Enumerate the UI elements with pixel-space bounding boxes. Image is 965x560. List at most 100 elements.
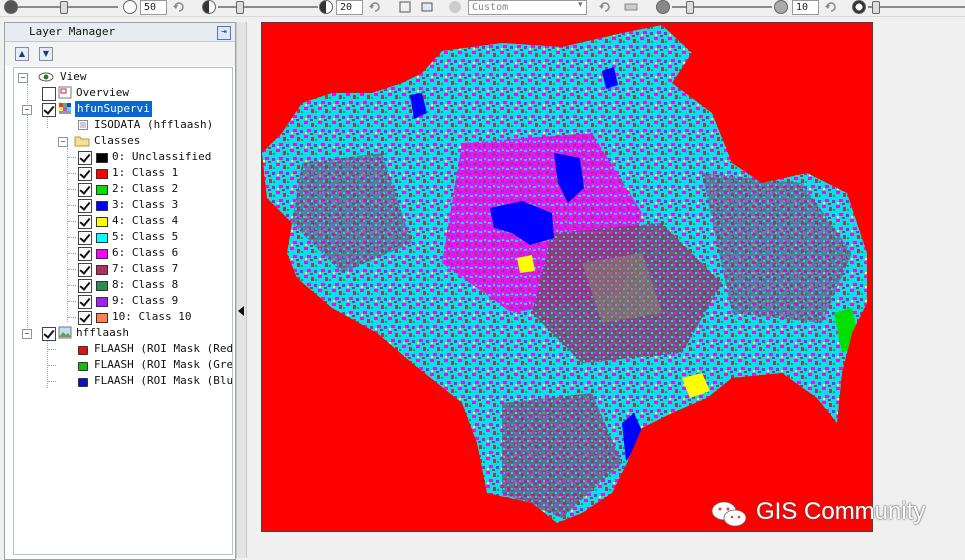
classification-raster-icon [59,103,71,114]
layer-manager-panel: Layer Manager ⇥ ▲ ▼ − View Overview − hf… [4,22,236,560]
raster-image-icon [58,326,72,339]
collapse-icon[interactable]: − [22,105,32,115]
watermark-text: GIS Community [756,498,926,525]
class-checkbox[interactable] [78,151,92,165]
layer-manager-titlebar: Layer Manager ⇥ [5,23,235,42]
stretch-type-select[interactable]: Custom [468,0,587,15]
class-color-swatch [96,233,108,243]
map-view[interactable] [261,22,873,532]
overview-checkbox[interactable] [42,87,56,101]
class-label: 2: Class 2 [112,182,179,195]
tree-isodata-label: ISODATA (hfflaash) [94,118,214,131]
class-checkbox[interactable] [78,199,92,213]
class-color-swatch [96,297,108,307]
class-label: 5: Class 5 [112,230,179,243]
class-color-swatch [96,249,108,259]
classification-layer-checkbox[interactable] [42,103,56,117]
class-checkbox[interactable] [78,311,92,325]
band-label: FLAASH (ROI Mask (Red:1 [94,342,233,355]
collapse-icon[interactable]: − [58,137,68,147]
class-checkbox[interactable] [78,215,92,229]
chevron-down-icon[interactable]: ▾ [578,0,583,10]
contrast-value-field[interactable]: 20 [336,0,363,15]
band-color-icon [78,362,88,371]
contrast-slider-handle[interactable] [236,1,244,14]
classification-map-image [262,25,867,523]
class-checkbox[interactable] [78,263,92,277]
class-color-swatch [96,313,108,323]
collapse-icon[interactable]: − [22,329,32,339]
class-color-swatch [96,217,108,227]
zoom-extent-icon[interactable] [398,0,412,14]
collapse-icon[interactable]: − [18,73,28,83]
wechat-logo-icon [711,501,747,527]
folder-icon [74,136,90,147]
class-label: 3: Class 3 [112,198,179,211]
overview-icon [58,86,72,99]
refresh-sharpen-icon[interactable] [824,0,838,14]
class-checkbox[interactable] [78,295,92,309]
layer-manager-buttons: ▲ ▼ [5,42,235,66]
class-color-swatch [96,185,108,195]
class-label: 8: Class 8 [112,278,179,291]
brightness-slider-track[interactable] [18,6,118,8]
band-color-icon [78,378,88,387]
brightness-value-field[interactable]: 50 [140,0,167,15]
class-label: 6: Class 6 [112,246,179,259]
tree-raster-layer-label: hfflaash [76,326,129,339]
brightness-icon [4,0,18,14]
raster-layer-checkbox[interactable] [42,327,56,341]
display-toolbar: 50 20 Custom ▾ 10 [0,0,965,17]
class-label: 4: Class 4 [112,214,179,227]
eye-icon [38,72,54,82]
contrast-icon [202,0,216,14]
refresh-brightness-icon[interactable] [172,0,186,14]
tree-overview-label: Overview [76,86,129,99]
class-label: 0: Unclassified [112,150,212,163]
class-checkbox[interactable] [78,167,92,181]
class-color-swatch [96,169,108,179]
class-label: 1: Class 1 [112,166,179,179]
class-checkbox[interactable] [78,247,92,261]
pin-panel-icon[interactable]: ⇥ [217,26,231,40]
class-checkbox[interactable] [78,279,92,293]
brightness-max-icon [123,0,137,14]
study-region [262,25,867,523]
band-label: FLAASH (ROI Mask (Green [94,358,233,371]
class-label: 9: Class 9 [112,294,179,307]
pan-icon[interactable] [420,0,434,14]
tree-view-label: View [60,70,87,83]
class-color-swatch [96,201,108,211]
collapse-panel-arrow-icon[interactable] [238,306,244,316]
panel-splitter[interactable] [236,22,247,558]
class-color-swatch [96,265,108,275]
band-color-icon [78,346,88,355]
tree-classification-layer-label: hfunSupervi [75,101,152,117]
stretch-icon[interactable] [448,0,462,14]
sharpen-max-icon [774,0,788,14]
band-label: FLAASH (ROI Mask (Blue [94,374,233,387]
layer-tree: − View Overview − hfunSupervi ISODATA (h… [13,67,233,555]
transparency-slider-track[interactable] [868,6,965,8]
histogram-icon[interactable] [624,0,638,14]
class-checkbox[interactable] [78,231,92,245]
sharpen-slider-handle[interactable] [686,1,694,14]
contrast-max-icon [319,0,333,14]
move-layer-up-button[interactable]: ▲ [15,47,29,61]
refresh-contrast-icon[interactable] [368,0,382,14]
class-checkbox[interactable] [78,183,92,197]
sharpen-value-field[interactable]: 10 [792,0,819,15]
refresh-stretch-icon[interactable] [598,0,612,14]
tree-classes-label: Classes [94,134,141,147]
transparency-slider-handle[interactable] [872,1,880,14]
contrast-slider-track[interactable] [218,6,318,8]
transparency-icon [852,0,866,14]
brightness-slider-handle[interactable] [60,1,68,14]
class-color-swatch [96,153,108,163]
class-label: 10: Class 10 [112,310,192,323]
sharpen-icon [656,0,670,14]
metadata-icon [78,120,88,130]
layer-manager-title: Layer Manager [29,25,116,38]
class-label: 7: Class 7 [112,262,179,275]
move-layer-down-button[interactable]: ▼ [39,47,53,61]
